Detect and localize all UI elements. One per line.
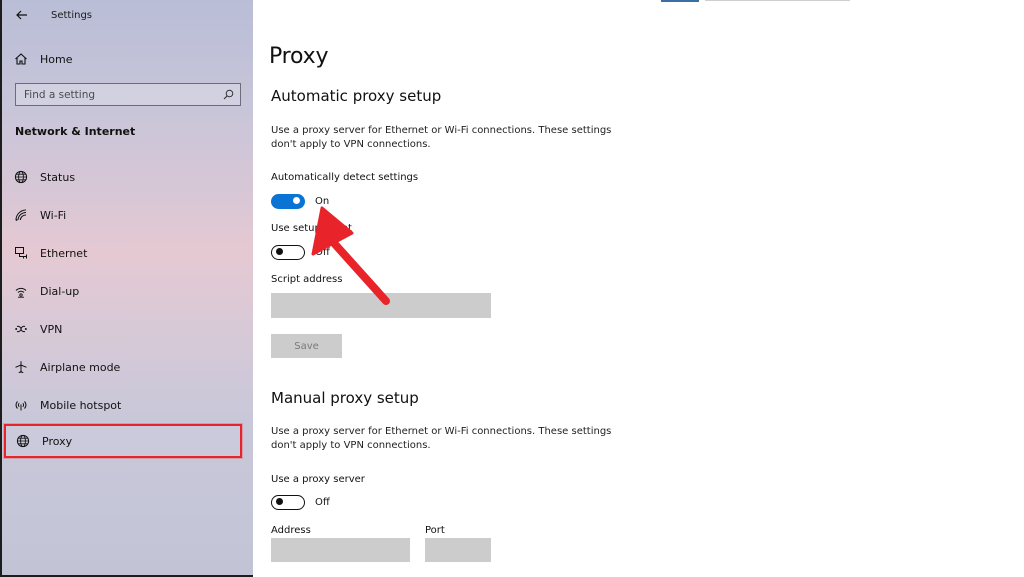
toggle-knob	[276, 248, 283, 255]
use-proxy-toggle[interactable]	[271, 494, 305, 510]
auto-detect-state: On	[315, 195, 330, 207]
auto-detect-toggle-row[interactable]: On	[271, 193, 329, 209]
back-arrow-icon	[16, 10, 27, 20]
search-icon[interactable]	[222, 89, 234, 101]
page-title: Proxy	[269, 44, 329, 69]
sidebar-item-ethernet[interactable]: Ethernet	[4, 236, 242, 270]
manual-proxy-description: Use a proxy server for Ethernet or Wi-Fi…	[271, 426, 612, 451]
script-address-input[interactable]	[271, 293, 491, 318]
sidebar-item-home[interactable]: Home	[14, 50, 244, 68]
home-label: Home	[40, 52, 73, 66]
section-title: Network & Internet	[15, 125, 136, 138]
use-proxy-state: Off	[315, 496, 330, 508]
title-bar: Settings	[14, 6, 92, 24]
automatic-proxy-heading: Automatic proxy setup	[271, 87, 442, 105]
globe-icon	[16, 434, 30, 448]
globe-icon	[14, 170, 28, 184]
auto-detect-label: Automatically detect settings	[271, 172, 419, 183]
ethernet-icon	[14, 246, 28, 260]
sidebar-item-status[interactable]: Status	[4, 160, 242, 194]
search-input[interactable]	[24, 88, 222, 101]
sidebar-item-label: Mobile hotspot	[40, 398, 122, 412]
port-input[interactable]	[425, 538, 491, 562]
manual-proxy-heading: Manual proxy setup	[271, 389, 419, 407]
back-button[interactable]	[14, 7, 30, 23]
setup-script-state: Off	[315, 246, 330, 258]
sidebar-item-airplane-mode[interactable]: Airplane mode	[4, 350, 242, 384]
hotspot-icon	[14, 398, 28, 412]
wifi-icon	[14, 208, 28, 222]
automatic-proxy-description: Use a proxy server for Ethernet or Wi-Fi…	[271, 125, 612, 150]
sidebar-item-mobile-hotspot[interactable]: Mobile hotspot	[4, 388, 242, 422]
setup-script-toggle[interactable]	[271, 244, 305, 260]
app-title: Settings	[51, 9, 93, 21]
use-proxy-label: Use a proxy server	[271, 474, 365, 485]
use-proxy-toggle-row[interactable]: Off	[271, 494, 330, 510]
sidebar-item-label: VPN	[40, 322, 63, 336]
sidebar-item-wifi[interactable]: Wi-Fi	[4, 198, 242, 232]
search-box[interactable]	[15, 83, 241, 106]
setup-script-toggle-row[interactable]: Off	[271, 244, 330, 260]
sidebar-item-label: Proxy	[42, 434, 73, 448]
sidebar-item-label: Wi-Fi	[40, 208, 67, 222]
sidebar-item-label: Ethernet	[40, 246, 88, 260]
toggle-knob	[276, 498, 283, 505]
sidebar-item-label: Dial-up	[40, 284, 80, 298]
home-icon	[14, 52, 28, 66]
window-top-strip-secondary	[705, 0, 850, 1]
window-top-strip	[661, 0, 699, 2]
address-input[interactable]	[271, 538, 410, 562]
content-pane: Proxy Automatic proxy setup Use a proxy …	[253, 0, 1024, 577]
sidebar-item-label: Status	[40, 170, 76, 184]
dialup-icon	[14, 284, 28, 298]
auto-detect-toggle[interactable]	[271, 193, 305, 209]
airplane-icon	[14, 360, 28, 374]
setup-script-label: Use setup script	[271, 223, 352, 234]
sidebar-item-label: Airplane mode	[40, 360, 121, 374]
script-address-label: Script address	[271, 274, 343, 285]
sidebar: Settings Home Network & Internet Status	[0, 0, 253, 577]
save-button[interactable]: Save	[271, 334, 342, 358]
sidebar-item-dial-up[interactable]: Dial-up	[4, 274, 242, 308]
sidebar-item-vpn[interactable]: VPN	[4, 312, 242, 346]
sidebar-item-proxy[interactable]: Proxy	[4, 424, 242, 458]
address-label: Address	[271, 525, 311, 536]
vpn-icon	[14, 322, 28, 336]
toggle-knob	[293, 197, 300, 204]
port-label: Port	[425, 525, 445, 536]
